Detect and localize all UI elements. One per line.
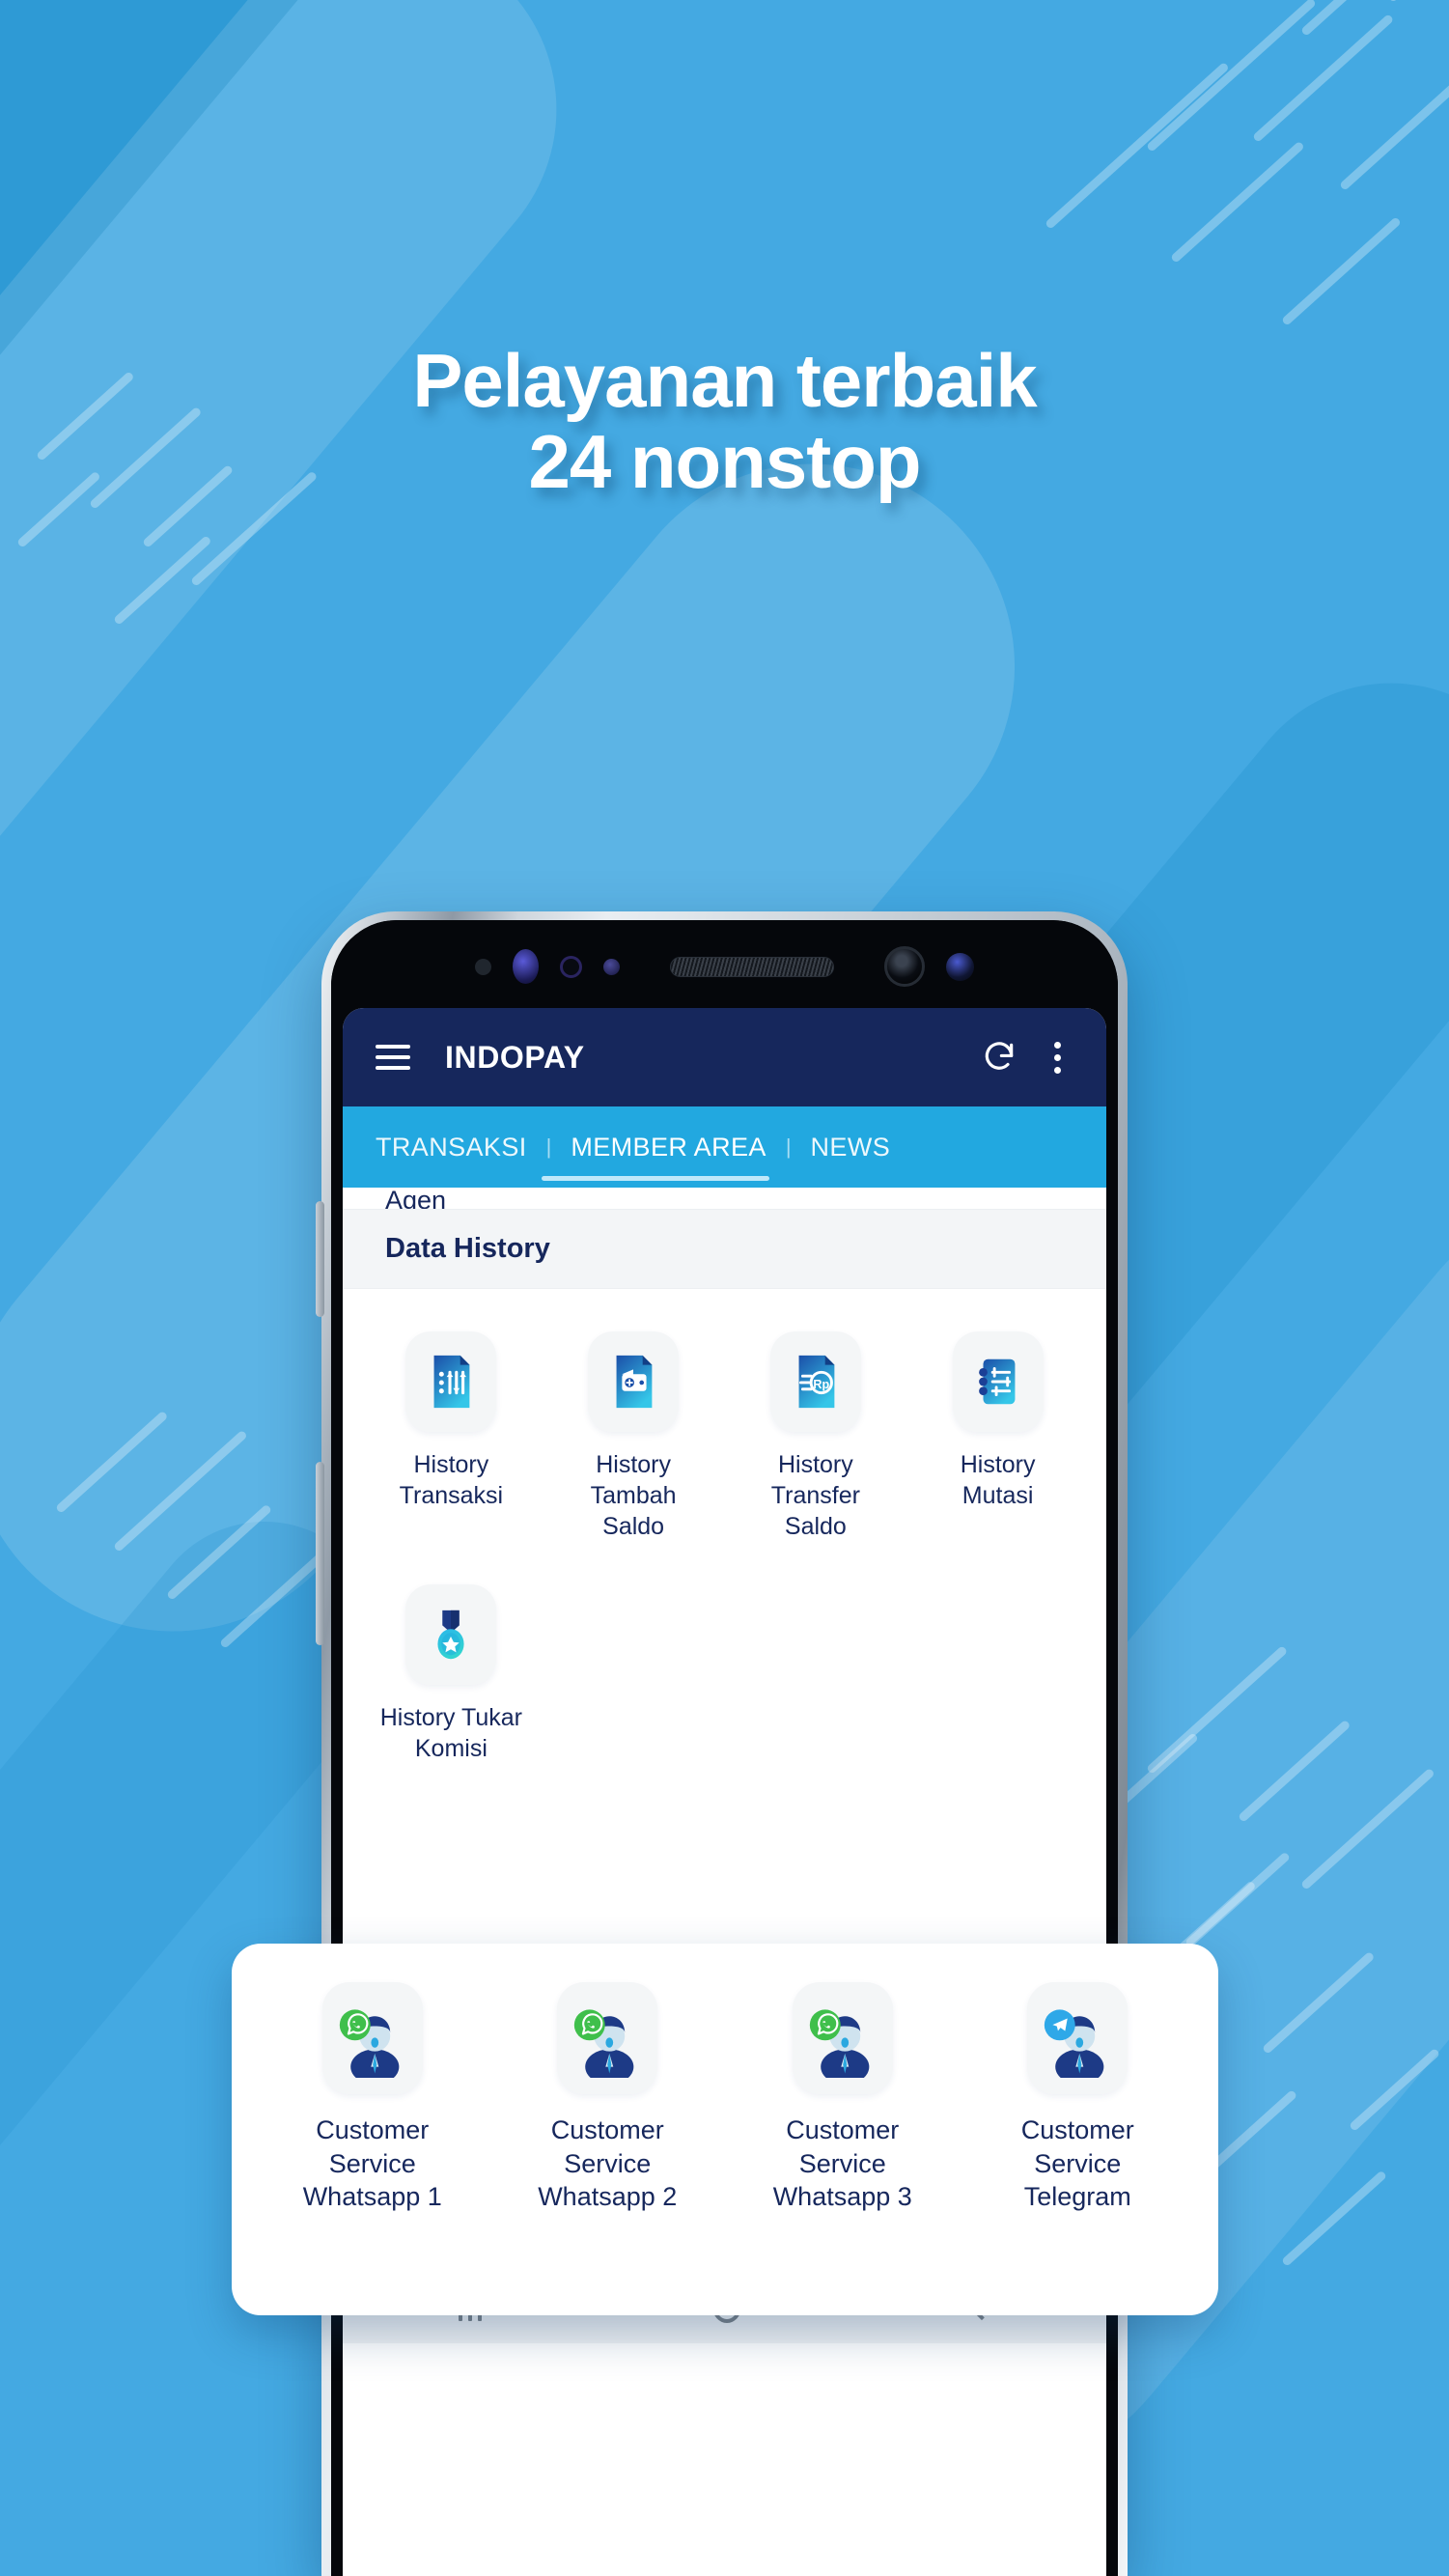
grid-item-label: History Tukar Komisi (379, 1704, 522, 1762)
cs-agent-whatsapp-icon (557, 1982, 658, 2094)
bg-stripe (1044, 61, 1230, 230)
tab-separator-2: | (785, 1134, 792, 1159)
phone-screen: INDOPAY TRANSAKSI | MEMBER AREA | NEWS A… (343, 1008, 1106, 2576)
cs-card-item-telegram[interactable]: Customer Service Telegram (961, 1982, 1196, 2315)
grid-item-history-tukar-komisi[interactable]: History Tukar Komisi (360, 1555, 543, 1774)
refresh-icon[interactable] (981, 1039, 1017, 1076)
grid-item-label: History Tambah Saldo (590, 1451, 677, 1540)
list-arrows-icon (952, 1331, 1044, 1432)
cs-agent-whatsapp-icon (321, 1982, 423, 2094)
tab-active-underline (542, 1176, 769, 1181)
document-list-transfer-icon (405, 1331, 497, 1432)
cs-card-item-whatsapp-1[interactable]: Customer Service Whatsapp 1 (255, 1982, 490, 2315)
grid-spacer (906, 1555, 1089, 1774)
grid-item-history-transfer-saldo[interactable]: Rp History Transfer Saldo (725, 1314, 907, 1552)
customer-service-card: Customer Service Whatsapp 1 Customer Ser… (232, 1944, 1218, 2315)
tab-member-area[interactable]: MEMBER AREA (565, 1133, 771, 1162)
iris-scanner-icon (513, 949, 539, 984)
document-wallet-plus-icon (588, 1331, 680, 1432)
secondary-camera-icon (946, 952, 974, 981)
phone-side-button-top (316, 1201, 324, 1317)
tab-news[interactable]: NEWS (805, 1133, 897, 1162)
phone-sensor-row (331, 920, 1118, 1013)
medal-star-icon (405, 1584, 497, 1685)
cs-card-item-label: Customer Service Whatsapp 1 (302, 2115, 442, 2212)
bg-stripe (1299, 0, 1414, 37)
grid-item-label: History Transfer Saldo (770, 1451, 860, 1540)
clipped-agen-text: Agen (385, 1188, 447, 1209)
tab-separator-1: | (545, 1134, 552, 1159)
tab-bar: TRANSAKSI | MEMBER AREA | NEWS (343, 1106, 1106, 1188)
grid-item-history-tambah-saldo[interactable]: History Tambah Saldo (543, 1314, 725, 1552)
app-title: INDOPAY (445, 1039, 585, 1075)
light-sensor-icon (603, 958, 620, 975)
proximity-sensor-icon (475, 958, 491, 975)
document-rupiah-icon: Rp (769, 1331, 861, 1432)
history-grid: History Transaksi History Tambah Saldo R… (343, 1289, 1106, 1774)
front-camera-icon (884, 946, 925, 987)
cs-agent-whatsapp-icon (792, 1982, 893, 2094)
sensor-ring-icon (560, 955, 582, 978)
tab-transaksi[interactable]: TRANSAKSI (370, 1133, 533, 1162)
grid-spacer (543, 1555, 725, 1774)
cs-card-item-label: Customer Service Telegram (1020, 2115, 1134, 2212)
grid-spacer (725, 1555, 907, 1774)
cs-card-item-label: Customer Service Whatsapp 3 (772, 2115, 912, 2212)
grid-item-history-transaksi[interactable]: History Transaksi (360, 1314, 543, 1552)
hamburger-icon[interactable] (376, 1045, 410, 1070)
bg-stripe (1145, 0, 1317, 153)
phone-side-button-bottom (316, 1462, 324, 1645)
grid-item-history-mutasi[interactable]: History Mutasi (906, 1314, 1089, 1552)
earpiece-speaker-icon (670, 956, 834, 977)
cs-card-item-whatsapp-3[interactable]: Customer Service Whatsapp 3 (725, 1982, 961, 2315)
cs-agent-telegram-icon (1027, 1982, 1129, 2094)
app-bar: INDOPAY (343, 1008, 1106, 1106)
bg-stripe (1280, 216, 1402, 326)
bg-stripe (1338, 48, 1449, 191)
kebab-menu-icon[interactable] (1041, 1041, 1073, 1074)
bg-stripe (1169, 140, 1305, 264)
grid-item-label: History Transaksi (399, 1451, 504, 1509)
cs-card-item-whatsapp-2[interactable]: Customer Service Whatsapp 2 (490, 1982, 726, 2315)
bg-stripe (1386, 0, 1449, 3)
grid-item-label: History Mutasi (960, 1451, 1036, 1509)
section-title-data-history: Data History (343, 1209, 1106, 1289)
cs-card-item-label: Customer Service Whatsapp 2 (538, 2115, 678, 2212)
phone-mockup: INDOPAY TRANSAKSI | MEMBER AREA | NEWS A… (316, 911, 1128, 2576)
svg-text:Rp: Rp (813, 1378, 829, 1391)
